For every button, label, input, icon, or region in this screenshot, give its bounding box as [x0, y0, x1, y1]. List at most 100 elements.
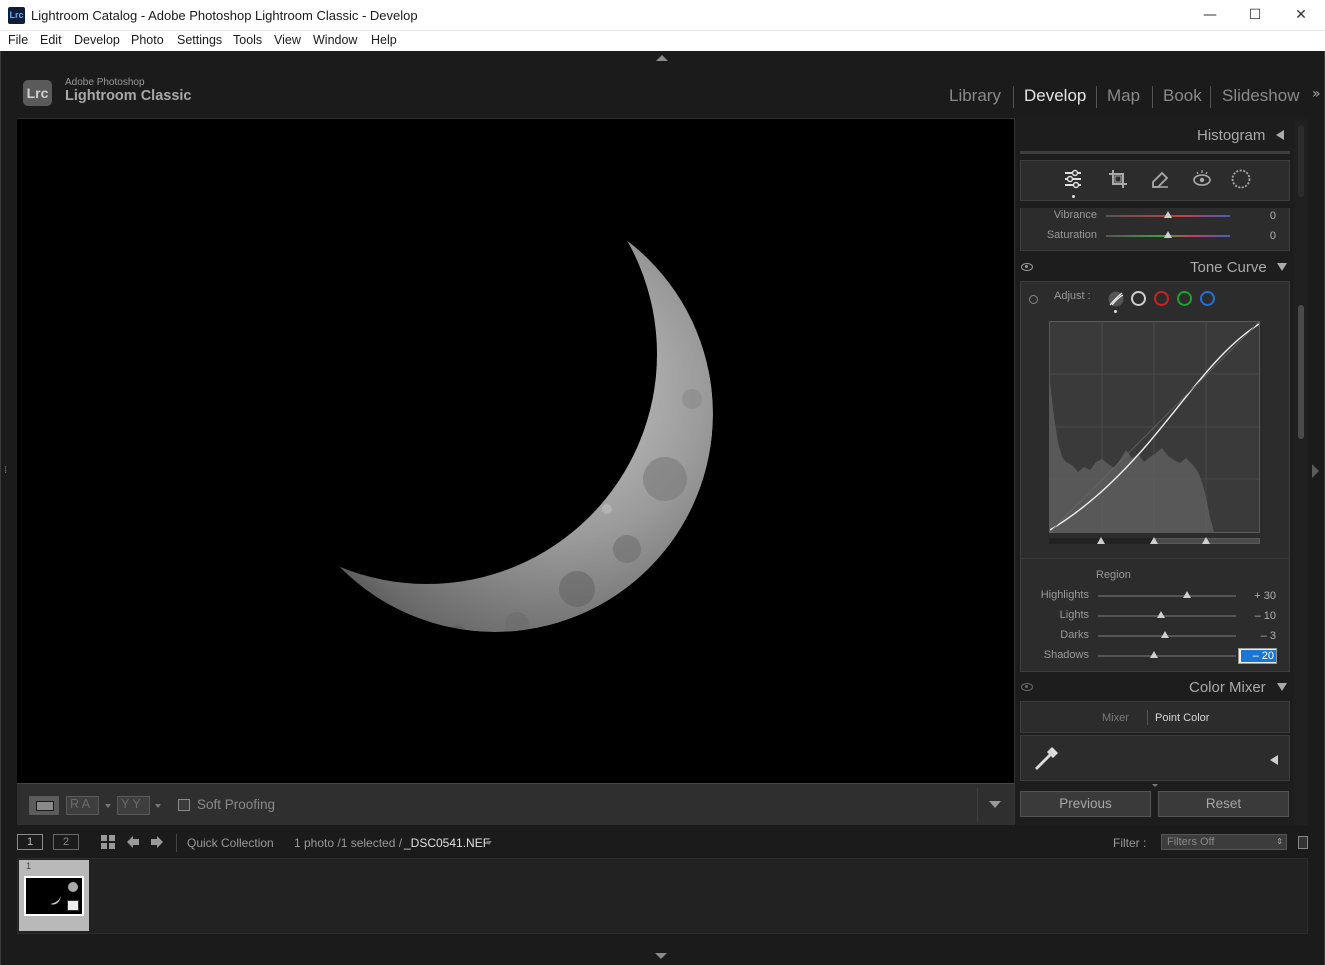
back-arrow-icon[interactable]	[126, 835, 140, 849]
point-curve-green-icon[interactable]	[1177, 291, 1192, 306]
lights-value[interactable]: – 10	[1246, 610, 1276, 622]
menu-settings[interactable]: Settings	[177, 33, 222, 47]
shadows-slider-track[interactable]	[1098, 655, 1236, 657]
filter-select[interactable]: Filters Off ⇕	[1161, 834, 1287, 850]
filter-select-value: Filters Off	[1167, 836, 1215, 848]
before-after-split-dropdown-icon[interactable]	[155, 804, 161, 808]
filename-dropdown-icon[interactable]	[486, 841, 492, 845]
menu-tools[interactable]: Tools	[233, 33, 262, 47]
filmstrip	[17, 858, 1308, 934]
healing-icon[interactable]	[1148, 167, 1172, 191]
vibrance-value[interactable]: 0	[1246, 210, 1276, 222]
filter-lock-icon[interactable]	[1298, 836, 1308, 849]
menu-view[interactable]: View	[274, 33, 301, 47]
right-panel-toggle-icon[interactable]	[1312, 464, 1319, 478]
top-panel-toggle-icon[interactable]	[656, 55, 668, 61]
filename-label[interactable]: _DSC0541.NEF	[404, 836, 490, 850]
module-separator	[1210, 86, 1211, 108]
tab-separator	[1147, 710, 1148, 725]
previous-button[interactable]: Previous	[1020, 791, 1151, 817]
minimize-button[interactable]: —	[1187, 0, 1233, 31]
tab-mixer[interactable]: Mixer	[1102, 712, 1129, 724]
forward-arrow-icon[interactable]	[150, 835, 164, 849]
point-curve-red-icon[interactable]	[1154, 291, 1169, 306]
color-mixer-tabs: Mixer Point Color	[1020, 701, 1290, 733]
toolbar-content-menu-icon[interactable]	[989, 801, 1001, 808]
close-button[interactable]: ✕	[1278, 0, 1324, 31]
module-develop[interactable]: Develop	[1024, 86, 1086, 106]
right-panel-scrollbar[interactable]	[1298, 305, 1304, 439]
tone-curve-visibility-icon[interactable]	[1021, 263, 1033, 271]
before-after-split-button[interactable]: Y Y	[117, 796, 150, 815]
menu-photo[interactable]: Photo	[131, 33, 164, 47]
module-separator	[1096, 86, 1097, 108]
module-map[interactable]: Map	[1107, 86, 1140, 106]
lights-label: Lights	[1059, 609, 1089, 621]
image-canvas[interactable]	[17, 118, 1014, 783]
menu-help[interactable]: Help	[371, 33, 397, 47]
soft-proofing-label: Soft Proofing	[197, 797, 276, 812]
targeted-adjustment-icon[interactable]	[1029, 295, 1038, 304]
point-color-expand-icon[interactable]	[1270, 755, 1278, 765]
point-curve-blue-icon[interactable]	[1200, 291, 1215, 306]
menu-edit[interactable]: Edit	[40, 33, 62, 47]
split-point-midtones-knob[interactable]	[1150, 537, 1158, 544]
menu-window[interactable]: Window	[313, 33, 357, 47]
right-panel-scroll-track[interactable]	[1294, 120, 1308, 825]
menu-develop[interactable]: Develop	[74, 33, 120, 47]
reset-button[interactable]: Reset	[1158, 791, 1289, 817]
more-modules-icon[interactable]: »	[1312, 86, 1321, 102]
maximize-button[interactable]: ☐	[1232, 0, 1278, 31]
before-after-button[interactable]: R A	[66, 796, 99, 815]
tone-curve-graph[interactable]	[1049, 321, 1260, 533]
color-mixer-visibility-icon[interactable]	[1021, 683, 1033, 691]
tab-point-color[interactable]: Point Color	[1155, 712, 1209, 724]
darks-slider-knob[interactable]	[1161, 631, 1169, 638]
point-curve-rgb-icon[interactable]	[1131, 291, 1146, 306]
vibrance-slider-knob[interactable]	[1164, 211, 1172, 218]
secondary-window-button[interactable]: 2	[53, 834, 79, 850]
menu-file[interactable]: File	[8, 33, 28, 47]
color-mixer-collapse-icon[interactable]	[1277, 683, 1287, 691]
saturation-value[interactable]: 0	[1246, 230, 1276, 242]
edit-sliders-icon[interactable]	[1061, 167, 1085, 191]
masking-icon[interactable]	[1229, 167, 1253, 191]
shadows-slider-knob[interactable]	[1150, 651, 1158, 658]
crop-icon[interactable]	[1106, 167, 1130, 191]
curve-mode-indicator	[1114, 310, 1117, 313]
parametric-curve-icon[interactable]	[1107, 290, 1125, 308]
lights-slider-track[interactable]	[1098, 615, 1236, 617]
darks-label: Darks	[1060, 629, 1089, 641]
tone-curve-header[interactable]: Tone Curve	[1190, 259, 1267, 276]
soft-proofing-checkbox[interactable]	[178, 799, 190, 811]
before-after-dropdown-icon[interactable]	[105, 804, 111, 808]
main-window-button[interactable]: 1	[17, 834, 43, 850]
active-tool-indicator	[1072, 195, 1075, 198]
darks-value[interactable]: – 3	[1246, 630, 1276, 642]
develop-settings-badge-icon	[67, 900, 79, 911]
highlights-value[interactable]: + 30	[1246, 590, 1276, 602]
tone-curve-collapse-icon[interactable]	[1277, 263, 1287, 271]
lights-slider-knob[interactable]	[1157, 611, 1165, 618]
split-point-shadows-knob[interactable]	[1097, 537, 1105, 544]
module-slideshow[interactable]: Slideshow	[1222, 86, 1300, 106]
grid-view-icon[interactable]	[100, 834, 116, 850]
red-eye-icon[interactable]	[1190, 167, 1214, 191]
shadows-value-selected[interactable]: – 20	[1241, 650, 1276, 662]
histogram-header[interactable]: Histogram	[1197, 127, 1265, 144]
filter-label: Filter :	[1113, 836, 1147, 850]
source-label[interactable]: Quick Collection	[187, 836, 274, 850]
color-mixer-header[interactable]: Color Mixer	[1189, 679, 1266, 696]
module-book[interactable]: Book	[1163, 86, 1202, 106]
highlights-slider-knob[interactable]	[1183, 591, 1191, 598]
filmstrip-separator	[176, 834, 177, 852]
module-library[interactable]: Library	[949, 86, 1001, 106]
saturation-slider-knob[interactable]	[1164, 231, 1172, 238]
bottom-panel-toggle-icon[interactable]	[655, 953, 667, 959]
split-point-highlights-knob[interactable]	[1202, 537, 1210, 544]
histogram-collapse-icon[interactable]	[1276, 130, 1284, 140]
left-panel-toggle-icon[interactable]: ⁞	[4, 465, 7, 476]
loupe-view-button[interactable]	[29, 796, 59, 815]
highlights-slider-track[interactable]	[1098, 595, 1236, 597]
eyedropper-icon[interactable]	[1031, 742, 1063, 774]
